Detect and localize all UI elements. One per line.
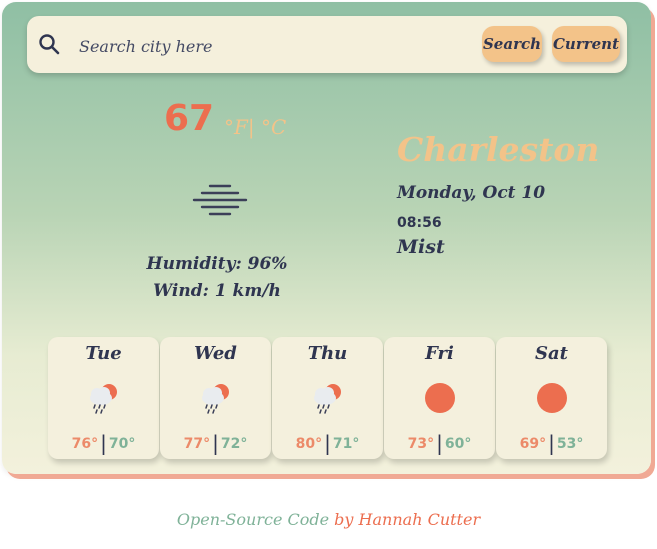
footer-by-text: by	[334, 510, 354, 529]
forecast-day: Fri 73° | 60°	[384, 337, 495, 459]
wind-speed: Wind: 1 km/h	[153, 281, 281, 301]
forecast-low: 60°	[444, 436, 472, 452]
forecast-low: 70°	[108, 436, 136, 452]
forecast-day-name: Sat	[535, 343, 568, 364]
forecast-high: 69°	[519, 436, 547, 452]
forecast-day: Sat 69° | 53°	[496, 337, 607, 459]
forecast-day: Tue 76° | 70°	[48, 337, 159, 459]
forecast-temps: 73° | 60°	[384, 431, 495, 455]
forecast-day: Wed 77° | 72°	[160, 337, 271, 459]
forecast-day: Thu 80° | 71°	[272, 337, 383, 459]
current-date: Monday, Oct 10	[397, 183, 546, 203]
forecast-high: 76°	[71, 436, 99, 452]
current-temperature: 67	[164, 98, 215, 139]
forecast-low: 72°	[220, 436, 248, 452]
temp-separator: |	[548, 431, 555, 455]
forecast-high: 73°	[407, 436, 435, 452]
humidity: Humidity: 96%	[146, 254, 288, 274]
forecast-high: 77°	[183, 436, 211, 452]
unit-toggle[interactable]: °F| °C	[224, 115, 286, 139]
forecast-day-name: Wed	[194, 343, 237, 364]
sun-icon	[537, 383, 567, 413]
forecast-low: 71°	[332, 436, 360, 452]
weather-card: Search Current 67 °F| °C Humidity: 96% W…	[2, 2, 651, 474]
weather-description: Mist	[397, 236, 445, 258]
rain-cloud-sun-icon	[314, 384, 341, 414]
temp-separator: |	[212, 431, 219, 455]
temp-separator: |	[324, 431, 331, 455]
forecast-day-name: Tue	[85, 343, 122, 364]
search-input[interactable]	[77, 30, 461, 62]
forecast-temps: 77° | 72°	[160, 431, 271, 455]
search-bar: Search Current	[27, 16, 627, 73]
sun-icon	[425, 383, 455, 413]
search-button[interactable]: Search	[482, 26, 542, 62]
temp-separator: |	[100, 431, 107, 455]
forecast-temps: 80° | 71°	[272, 431, 383, 455]
forecast-low: 53°	[556, 436, 584, 452]
forecast-high: 80°	[295, 436, 323, 452]
forecast-temps: 76° | 70°	[48, 431, 159, 455]
current-location-button[interactable]: Current	[552, 26, 620, 62]
rain-cloud-sun-icon	[202, 384, 229, 414]
forecast-temps: 69° | 53°	[496, 431, 607, 455]
forecast-day-name: Fri	[425, 343, 454, 364]
footer: Open-Source Code by Hannah Cutter	[0, 510, 657, 529]
current-time: 08:56	[397, 215, 442, 231]
search-icon	[39, 34, 60, 55]
source-code-link[interactable]: Open-Source Code	[177, 510, 329, 529]
forecast-day-name: Thu	[307, 343, 348, 364]
city-name: Charleston	[397, 130, 600, 169]
temp-separator: |	[436, 431, 443, 455]
author-link[interactable]: Hannah Cutter	[359, 510, 481, 529]
mist-icon	[192, 184, 248, 216]
rain-cloud-sun-icon	[90, 384, 117, 414]
